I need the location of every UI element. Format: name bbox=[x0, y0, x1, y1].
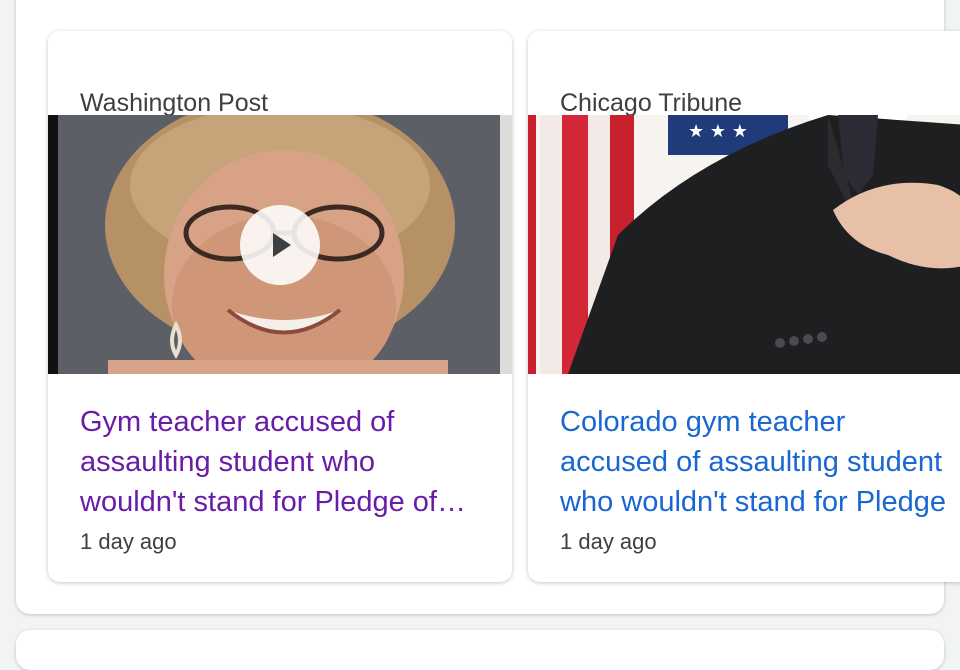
news-card[interactable]: Washington Post Gym teacher accused of a… bbox=[48, 31, 512, 582]
news-source: Washington Post bbox=[80, 89, 269, 117]
flag-suit-image: ★ ★ ★ bbox=[528, 115, 960, 374]
news-headline-link[interactable]: Colorado gym teacher accused of assaulti… bbox=[560, 402, 960, 522]
news-timestamp: 1 day ago bbox=[560, 529, 657, 554]
news-headline-link[interactable]: Gym teacher accused of assaulting studen… bbox=[80, 402, 480, 522]
news-thumbnail[interactable] bbox=[48, 115, 512, 374]
news-card[interactable]: Chicago Tribune ★ ★ ★ Colorado gym teach… bbox=[528, 31, 960, 582]
next-result-card[interactable] bbox=[16, 630, 944, 670]
play-button[interactable] bbox=[240, 205, 320, 285]
news-timestamp: 1 day ago bbox=[80, 529, 177, 554]
news-source: Chicago Tribune bbox=[560, 89, 743, 117]
svg-text:★ ★ ★: ★ ★ ★ bbox=[688, 121, 748, 142]
news-thumbnail[interactable]: ★ ★ ★ bbox=[528, 115, 960, 374]
play-icon bbox=[273, 233, 291, 257]
